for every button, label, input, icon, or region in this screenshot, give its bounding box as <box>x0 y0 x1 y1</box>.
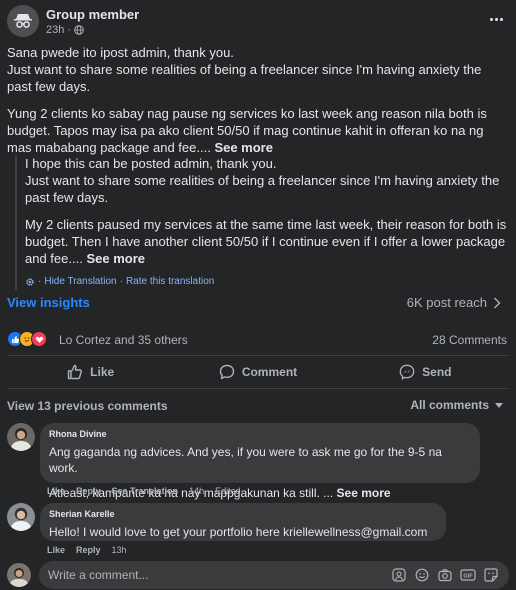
post-paragraph-truncated: Yung 2 clients ko sabay nag pause ng ser… <box>7 105 507 156</box>
comment-sort-label: All comments <box>410 398 489 412</box>
post-reach-label: 6K post reach <box>406 295 487 310</box>
view-insights-link[interactable]: View insights <box>7 295 90 310</box>
more-dot <box>494 17 498 21</box>
comment-sort-dropdown[interactable]: All comments <box>410 398 503 412</box>
comment-reply-button[interactable]: Reply <box>76 486 101 496</box>
post-meta: 23h · <box>46 24 84 36</box>
svg-text:GIF: GIF <box>463 573 473 579</box>
comment-icon <box>219 364 235 380</box>
see-more-translation-link[interactable]: See more <box>86 251 145 266</box>
hide-translation-link[interactable]: Hide Translation <box>44 273 116 290</box>
reactions-summary: Lo Cortez and 35 others 28 Comments <box>7 330 509 350</box>
comment-like-button[interactable]: Like <box>47 545 65 555</box>
avatar[interactable] <box>7 423 35 451</box>
divider <box>7 388 509 389</box>
see-more-link[interactable]: See more <box>214 140 273 155</box>
post-author[interactable]: Group member <box>46 7 139 22</box>
translation-paragraph: I hope this can be posted admin, thank y… <box>25 156 500 205</box>
view-previous-comments-link[interactable]: View 13 previous comments <box>7 399 168 413</box>
emoji-icon[interactable] <box>414 567 430 583</box>
comment-text: Hello! I would love to get your portfoli… <box>49 525 428 539</box>
reaction-names[interactable]: Lo Cortez and 35 others <box>59 333 188 347</box>
more-dot <box>489 17 493 21</box>
comment-actions: Like Reply See Translation 14h Edited <box>47 486 241 496</box>
see-more-link[interactable]: See more <box>337 486 391 500</box>
comment-author[interactable]: Sherian Karelle <box>49 509 436 519</box>
rate-translation-link[interactable]: Rate this translation <box>126 273 214 290</box>
translation-paragraph-truncated: My 2 clients paused my services at the s… <box>25 216 509 267</box>
see-translation-link[interactable]: See Translation <box>112 486 179 496</box>
meta-dot: · <box>67 24 72 36</box>
reaction-icons[interactable] <box>7 331 47 347</box>
translation-separator: · <box>38 276 42 287</box>
anonymous-avatar[interactable] <box>7 5 39 37</box>
sticker-icon[interactable] <box>483 567 499 583</box>
like-icon <box>67 364 83 380</box>
comment-label: Comment <box>241 365 298 379</box>
comment-text: Ang gaganda ng advices. And yes, if you … <box>49 445 442 475</box>
post-paragraph: Sana pwede ito ipost admin, thank you. J… <box>7 45 482 94</box>
more-options-button[interactable] <box>485 9 507 29</box>
send-button[interactable]: Send <box>342 357 509 387</box>
comment-bubble: Rhona Divine Ang gaganda ng advices. And… <box>40 423 480 500</box>
settings-gear-icon <box>26 277 34 286</box>
globe-icon <box>74 25 84 35</box>
comments-header: View 13 previous comments All comments <box>7 398 509 414</box>
comment-edited: Edited <box>215 486 241 496</box>
caret-down-icon <box>495 402 503 408</box>
comment-time[interactable]: 14h <box>189 486 204 496</box>
comment-like-button[interactable]: Like <box>47 486 65 496</box>
post-time[interactable]: 23h <box>46 24 64 36</box>
chevron-right-icon <box>494 297 501 308</box>
translation-links: · Hide Translation · Rate this translati… <box>25 273 509 290</box>
comment-item: Sherian Karelle Hello! I would love to g… <box>7 503 509 557</box>
comment-count[interactable]: 28 Comments <box>432 333 507 347</box>
comment-composer: GIF <box>7 561 509 589</box>
comment-bubble: Sherian Karelle Hello! I would love to g… <box>40 503 446 541</box>
messenger-icon <box>399 364 415 380</box>
divider <box>7 355 509 356</box>
comment-author[interactable]: Rhona Divine <box>49 429 470 439</box>
comment-actions: Like Reply 13h <box>47 545 127 555</box>
more-dot <box>499 17 503 21</box>
post-reach[interactable]: 6K post reach <box>407 295 501 310</box>
like-label: Like <box>90 365 115 379</box>
avatar-sticker-icon[interactable] <box>391 567 407 583</box>
like-button[interactable]: Like <box>7 357 174 387</box>
translation-block: I hope this can be posted admin, thank y… <box>15 155 509 290</box>
post-body: Sana pwede ito ipost admin, thank you. J… <box>7 44 507 166</box>
translation-separator: · <box>119 276 123 287</box>
comment-button[interactable]: Comment <box>174 357 341 387</box>
post-actions: Like Comment Send <box>7 357 509 387</box>
comment-time[interactable]: 13h <box>112 545 127 555</box>
composer-icons: GIF <box>391 567 499 583</box>
avatar[interactable] <box>7 503 35 531</box>
insights-row: View insights 6K post reach <box>7 294 509 314</box>
camera-icon[interactable] <box>437 567 453 583</box>
avatar[interactable] <box>7 563 31 587</box>
incognito-icon <box>14 14 32 28</box>
send-label: Send <box>422 365 452 379</box>
comment-item: Rhona Divine Ang gaganda ng advices. And… <box>7 423 509 500</box>
comment-reply-button[interactable]: Reply <box>76 545 101 555</box>
gif-icon[interactable]: GIF <box>460 567 476 583</box>
love-reaction-icon <box>31 331 47 347</box>
post-header: Group member 23h · <box>7 5 509 37</box>
